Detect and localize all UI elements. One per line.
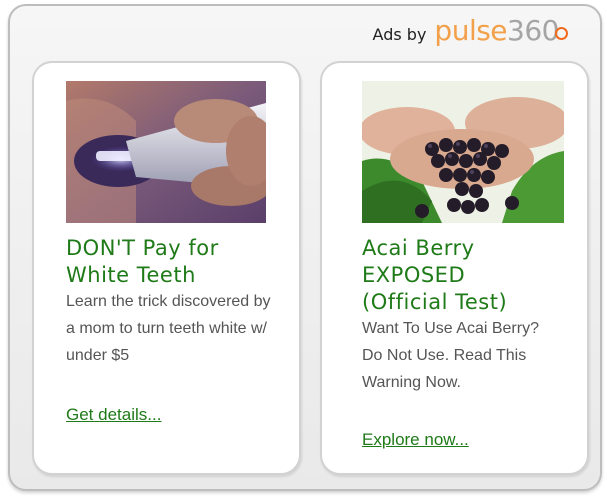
ad-card-acai[interactable]: Acai Berry EXPOSED (Official Test) Want … xyxy=(320,61,589,475)
ads-by-label: Ads by xyxy=(372,25,427,44)
logo-text-pulse: pulse xyxy=(434,14,508,47)
explore-now-link[interactable]: Explore now... xyxy=(362,430,469,450)
ad-title[interactable]: DON'T Pay for White Teeth xyxy=(66,235,294,289)
ad-card-teeth[interactable]: DON'T Pay for White Teeth Learn the tric… xyxy=(32,61,301,475)
ad-widget: Ads by pulse 360 DON'T Pay for White Tee… xyxy=(8,4,602,491)
logo-text-360: 360 xyxy=(507,14,559,47)
ad-image-teeth-whitening[interactable] xyxy=(66,81,266,223)
ad-title[interactable]: Acai Berry EXPOSED (Official Test) xyxy=(362,235,590,316)
ad-image-acai-berries[interactable] xyxy=(362,81,564,223)
logo-ring-icon xyxy=(555,27,568,40)
get-details-link[interactable]: Get details... xyxy=(66,405,161,425)
ads-by-attribution[interactable]: Ads by pulse 360 xyxy=(373,14,568,56)
ad-description: Learn the trick discovered by a mom to t… xyxy=(66,293,271,364)
pulse360-logo[interactable]: pulse 360 xyxy=(434,14,568,56)
ad-description: Want To Use Acai Berry? Do Not Use. Read… xyxy=(362,320,539,391)
